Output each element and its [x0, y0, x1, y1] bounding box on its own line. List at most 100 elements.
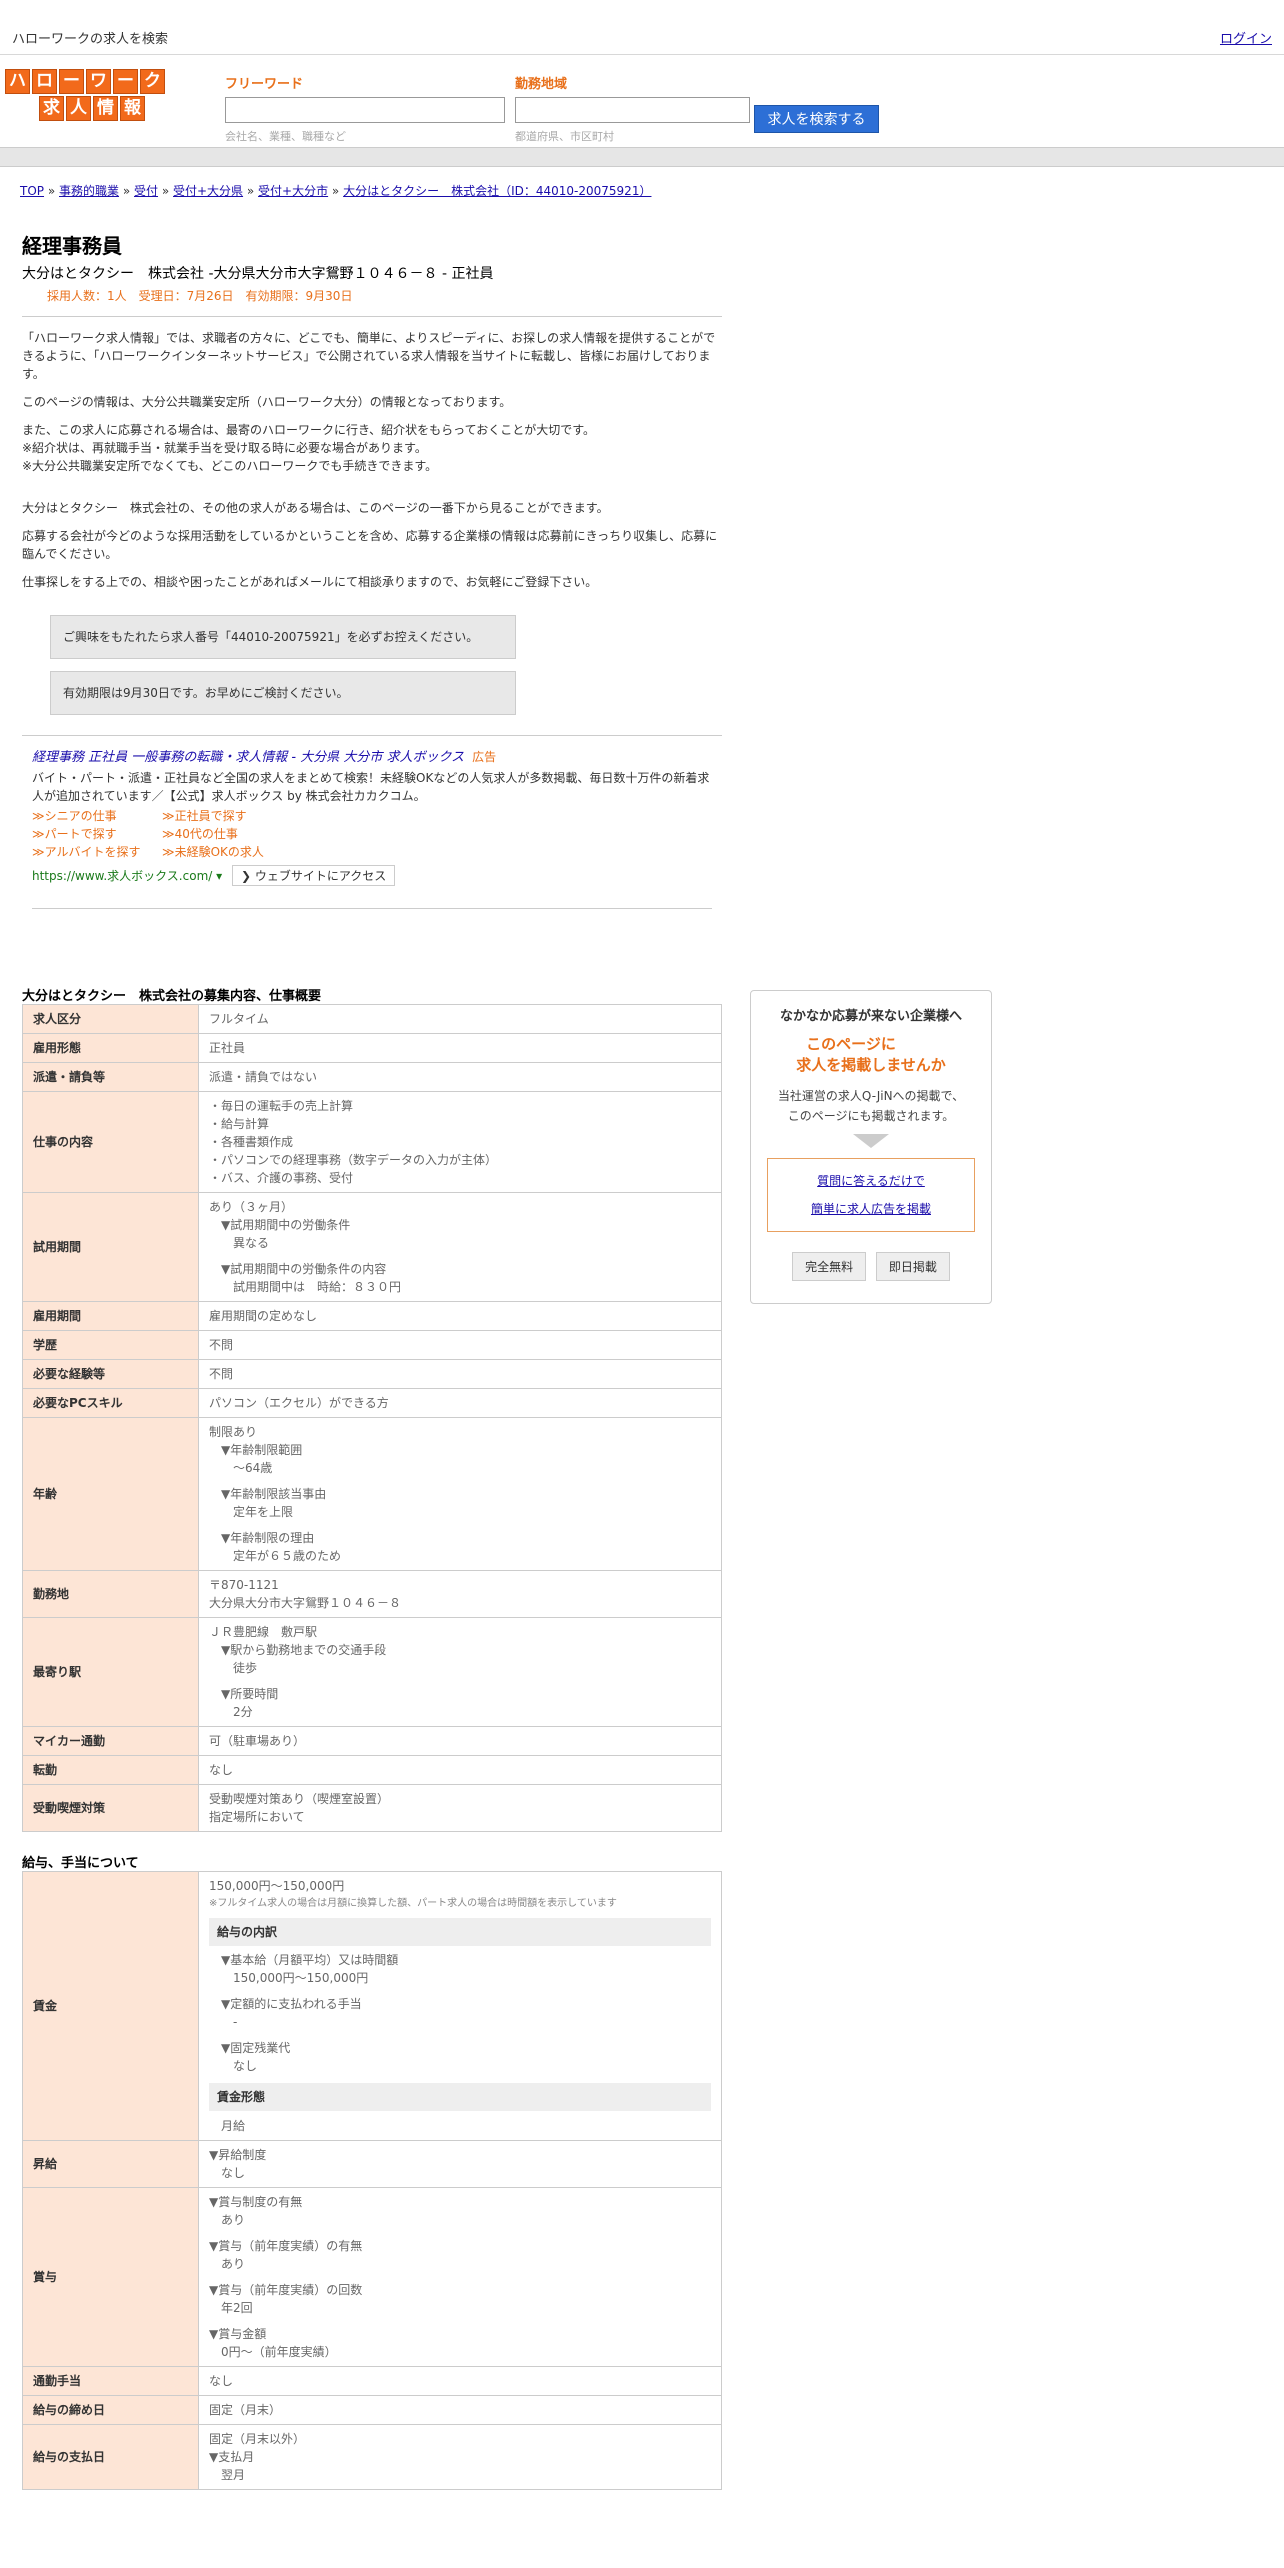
logo-char: 求: [39, 96, 64, 121]
value-line: ▼試用期間中の労働条件: [221, 1218, 351, 1232]
table-row: 派遣・請負等 派遣・請負ではない: [22, 1062, 722, 1092]
ad-link-mikeiken[interactable]: ≫未経験OKの求人: [162, 843, 302, 861]
row-value: 固定（月末）: [198, 2395, 722, 2425]
table-row: 転勤 なし: [22, 1755, 722, 1785]
keyword-input[interactable]: [225, 97, 505, 123]
sidebar-description: 当社運営の求人Q-JiNへの掲載で、 このページにも掲載されます。: [751, 1086, 991, 1126]
sidebar-headline-line2: 求人を掲載しませんか: [796, 1056, 946, 1074]
value-line: ▼所要時間: [221, 1687, 279, 1701]
breadcrumb-current[interactable]: 大分はとタクシー 株式会社（ID：44010-20075921）: [343, 184, 651, 198]
intro-p3: また、この求人に応募される場合は、最寄のハローワークに行き、紹介状をもらっておく…: [22, 423, 596, 437]
row-label: 給与の締め日: [22, 2395, 199, 2425]
area-hint: 都道府県、市区町村: [515, 130, 614, 143]
value-line: 定年を上限: [233, 1505, 294, 1519]
ad-link-seishain[interactable]: ≫正社員で探す: [162, 807, 302, 825]
value-line: ▼年齢制限範囲: [221, 1443, 303, 1457]
table-row: マイカー通勤 可（駐車場あり）: [22, 1726, 722, 1756]
row-label: 賞与: [22, 2187, 199, 2367]
row-label: 通勤手当: [22, 2366, 199, 2396]
value-line: 年2回: [221, 2301, 253, 2315]
row-value: 不問: [198, 1359, 722, 1389]
down-arrow-icon: [853, 1134, 889, 1148]
sidebar-link-questions[interactable]: 質問に答えるだけで: [817, 1174, 925, 1188]
row-label: マイカー通勤: [22, 1726, 199, 1756]
value-line: 2分: [233, 1705, 253, 1719]
wage-note: ※フルタイム求人の場合は月額に換算した額、パート求人の場合は時間額を表示していま…: [209, 1898, 617, 1909]
table-row: 求人区分 フルタイム: [22, 1004, 722, 1034]
ad-title-link[interactable]: 経理事務 正社員 一般事務の転職・求人情報 - 大分県 大分市 求人ボックス: [32, 750, 464, 765]
search-button[interactable]: 求人を検索する: [754, 105, 879, 133]
row-value: 受動喫煙対策あり（喫煙室設置） 指定場所において: [198, 1784, 722, 1832]
ad-description: バイト・パート・派遣・正社員など全国の求人をまとめて検索！未経験OKなどの人気求…: [32, 771, 710, 803]
sidebar-link-post-ad[interactable]: 簡単に求人広告を掲載: [811, 1202, 931, 1216]
logo-char: 人: [66, 96, 91, 121]
value-line: 月給: [221, 2119, 246, 2133]
value-line: ・給与計算: [209, 1117, 270, 1131]
free-button[interactable]: 完全無料: [792, 1252, 867, 1281]
logo-char: ー: [59, 69, 84, 94]
table-row: 給与の支払日 固定（月末以外） ▼支払月 翌月: [22, 2424, 722, 2490]
advertiser-sidebar: なかなか応募が来ない企業様へ このページに 求人を掲載しませんか 当社運営の求人…: [750, 990, 992, 1304]
value-line: 翌月: [221, 2468, 246, 2482]
row-label: 年齢: [22, 1417, 199, 1571]
value-line: ▼基本給（月額平均）又は時間額: [221, 1953, 399, 1967]
table-row: 雇用期間 雇用期間の定めなし: [22, 1301, 722, 1331]
value-line: 制限あり: [209, 1425, 258, 1439]
value-line: 0円〜（前年度実績）: [221, 2345, 337, 2359]
value-line: ▼賞与（前年度実績）の回数: [209, 2283, 363, 2297]
value-line: ▼支払月: [209, 2450, 255, 2464]
ad-url[interactable]: https://www.求人ボックス.com/: [32, 869, 212, 883]
row-value: 正社員: [198, 1033, 722, 1063]
intro-p4: ※紹介状は、再就職手当・就業手当を受け取る時に必要な場合があります。: [22, 441, 427, 455]
row-value: 固定（月末以外） ▼支払月 翌月: [198, 2424, 722, 2490]
breadcrumb-job[interactable]: 受付: [134, 184, 158, 198]
row-value: ▼昇給制度 なし: [198, 2140, 722, 2188]
logo-char: ー: [113, 69, 138, 94]
value-line: 徒歩: [233, 1661, 258, 1675]
logo-char: ハ: [5, 69, 30, 94]
ad-link-part[interactable]: ≫パートで探す: [32, 825, 162, 843]
value-line: なし: [221, 2166, 246, 2180]
row-label: 学歴: [22, 1330, 199, 1360]
same-day-button[interactable]: 即日掲載: [875, 1252, 950, 1281]
area-input[interactable]: [515, 97, 750, 123]
ad-link-senior[interactable]: ≫シニアの仕事: [32, 807, 162, 825]
hellowork-logo[interactable]: ハ ロ ー ワ ー ク 求 人 情 報: [5, 69, 165, 121]
job-meta: 採用人数：1人 受理日：7月26日 有効期限：9月30日: [47, 289, 353, 303]
value-line: ＪＲ豊肥線 敷戸駅: [209, 1625, 318, 1639]
breadcrumb-prefecture[interactable]: 受付+大分県: [173, 184, 243, 198]
value-line: あり: [221, 2257, 246, 2271]
value-line: ▼駅から勤務地までの交通手段: [221, 1643, 387, 1657]
intro-p8: 仕事探しをする上での、相談や困ったことがあればメールにて相談承りますので、お気軽…: [22, 575, 598, 589]
row-value: 可（駐車場あり）: [198, 1726, 722, 1756]
table-row: 年齢 制限あり ▼年齢制限範囲 〜64歳 ▼年齢制限該当事由 定年を上限 ▼年齢…: [22, 1417, 722, 1571]
value-line: ▼昇給制度: [209, 2148, 267, 2162]
value-line: なし: [233, 2059, 258, 2073]
row-label: 最寄り駅: [22, 1617, 199, 1727]
ad-link-arbeit[interactable]: ≫アルバイトを探す: [32, 843, 162, 861]
value-line: -: [233, 2015, 238, 2029]
sidebar-buttons: 完全無料 即日掲載: [751, 1252, 991, 1281]
table-row: 賞与 ▼賞与制度の有無 あり ▼賞与（前年度実績）の有無 あり ▼賞与（前年度実…: [22, 2187, 722, 2367]
login-link[interactable]: ログイン: [1220, 28, 1272, 47]
breadcrumb-top[interactable]: TOP: [20, 184, 44, 198]
ad-link-40s[interactable]: ≫40代の仕事: [162, 825, 302, 843]
breadcrumb: TOP » 事務的職業 » 受付 » 受付+大分県 » 受付+大分市 » 大分は…: [20, 184, 652, 198]
row-label: 雇用期間: [22, 1301, 199, 1331]
row-label: 昇給: [22, 2140, 199, 2188]
breadcrumb-category[interactable]: 事務的職業: [59, 184, 119, 198]
row-label: 転勤: [22, 1755, 199, 1785]
sidebar-link-box: 質問に答えるだけで 簡単に求人広告を掲載: [767, 1158, 975, 1232]
table-row: 必要なPCスキル パソコン（エクセル）ができる方: [22, 1388, 722, 1418]
row-label: 賃金: [22, 1871, 199, 2141]
value-line: 異なる: [233, 1236, 270, 1250]
row-value: 150,000円〜150,000円 ※フルタイム求人の場合は月額に換算した額、パ…: [198, 1871, 722, 2141]
value-line: 〒870-1121: [209, 1578, 279, 1592]
divider: [22, 316, 722, 317]
table-row: 受動喫煙対策 受動喫煙対策あり（喫煙室設置） 指定場所において: [22, 1784, 722, 1832]
wage-range: 150,000円〜150,000円: [209, 1879, 345, 1893]
ad-visit-button[interactable]: ❯ ウェブサイトにアクセス: [231, 865, 396, 886]
breadcrumb-city[interactable]: 受付+大分市: [258, 184, 328, 198]
sidebar-desc-line1: 当社運営の求人Q-JiNへの掲載で、: [777, 1089, 965, 1103]
value-line: ▼賞与制度の有無: [209, 2195, 303, 2209]
